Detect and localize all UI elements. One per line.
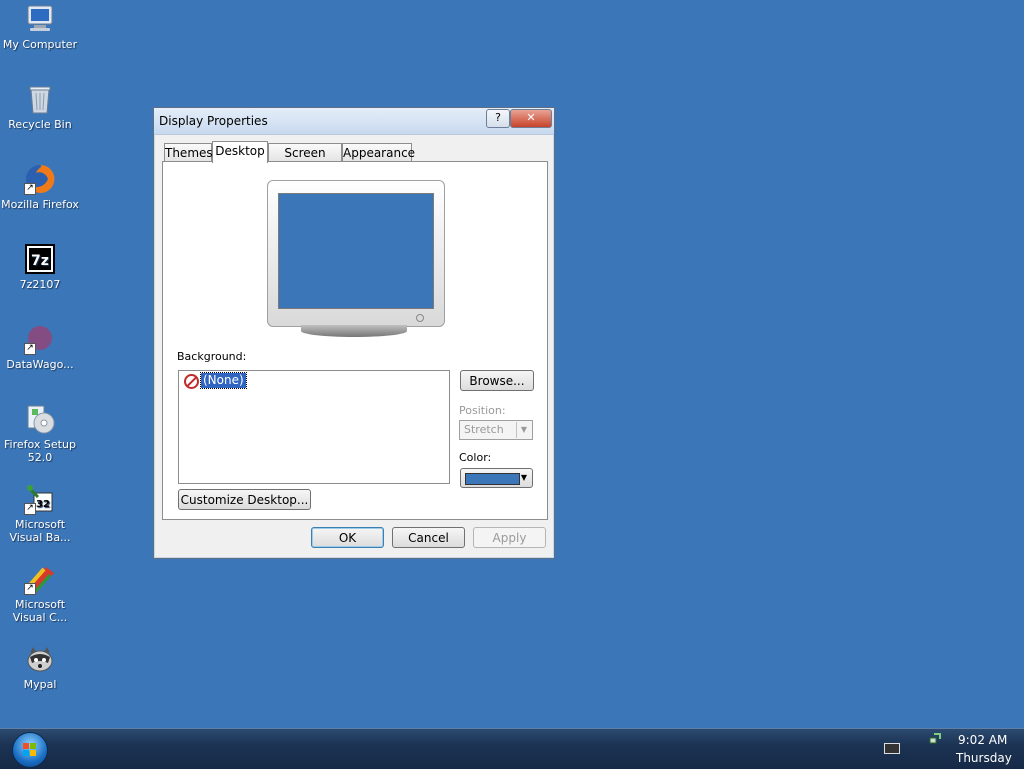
network-icon[interactable] [929,733,941,745]
monitor-preview [267,180,445,342]
desktop-icon-label: Firefox Setup 52.0 [4,438,76,464]
color-swatch [465,473,520,485]
desktop-icon-label: Recycle Bin [8,118,72,131]
ok-button[interactable]: OK [311,527,384,548]
shortcut-arrow-icon: ↗ [24,183,36,195]
color-picker-button[interactable]: ▼ [460,468,533,488]
none-icon [184,374,199,389]
apply-button[interactable]: Apply [473,527,546,548]
desktop-icon-label: Mypal [23,678,57,691]
background-list[interactable]: (None) [178,370,450,484]
desktop-icon-label: My Computer [2,38,78,51]
7zip-icon: 7z [24,243,56,275]
desktop-icon-firefox-setup[interactable]: Firefox Setup 52.0 [0,403,80,464]
keyboard-icon[interactable] [884,743,900,754]
visual-basic-icon: 32 ↗ [24,483,56,515]
tab-appearance[interactable]: Appearance [342,143,415,162]
help-button[interactable]: ? [486,109,510,128]
desktop-icon-label: DataWago... [6,358,74,371]
browse-button[interactable]: Browse... [460,370,534,391]
desktop-icon-label: Microsoft Visual Ba... [9,518,71,544]
background-label: Background: [177,350,247,363]
tab-screen-saver[interactable]: Screen Saver [268,143,342,178]
datawagon-icon: ↗ [24,323,56,355]
customize-desktop-button[interactable]: Customize Desktop... [178,489,311,510]
recycle-bin-icon [24,83,56,115]
monitor-stand [301,325,407,337]
monitor-power-led-icon [416,314,424,322]
tab-desktop[interactable]: Desktop [212,141,268,163]
desktop-icon-7z2107[interactable]: 7z 7z2107 [0,243,80,291]
desktop-icon-mozilla-firefox[interactable]: ↗ Mozilla Firefox [0,163,80,211]
svg-text:7z: 7z [31,253,49,269]
dialog-title: Display Properties [159,114,268,128]
dialog-titlebar[interactable]: Display Properties ? ✕ [154,108,554,135]
shortcut-arrow-icon: ↗ [24,503,36,515]
clock-time[interactable]: 9:02 AM [958,733,1007,747]
firefox-setup-icon [24,403,56,435]
desktop-icon-datawagon[interactable]: ↗ DataWago... [0,323,80,371]
chevron-down-icon: ▼ [520,473,528,482]
position-value: Stretch [464,423,504,436]
desktop-icon-my-computer[interactable]: My Computer [0,3,80,51]
cancel-button[interactable]: Cancel [392,527,465,548]
position-dropdown[interactable]: Stretch ▼ [459,420,533,440]
monitor-screen-preview [278,193,434,309]
my-computer-icon [24,3,56,35]
shortcut-arrow-icon: ↗ [24,343,36,355]
monitor-body [267,180,445,327]
windows-logo-icon [23,743,37,757]
desktop-icon-visual-basic[interactable]: 32 ↗ Microsoft Visual Ba... [0,483,80,544]
close-button[interactable]: ✕ [510,109,552,128]
firefox-icon: ↗ [24,163,56,195]
desktop-icon-recycle-bin[interactable]: Recycle Bin [0,83,80,131]
mypal-icon [24,643,56,675]
shortcut-arrow-icon: ↗ [24,583,36,595]
svg-text:32: 32 [36,499,50,510]
visual-cpp-icon: ↗ [24,563,56,595]
display-properties-dialog: Display Properties ? ✕ Themes Desktop Sc… [153,107,555,559]
desktop-tab-panel: Background: (None) Browse... Position: S… [162,161,548,520]
clock-day: Thursday [956,751,1012,765]
position-label: Position: [459,404,506,417]
desktop-icon-visual-cpp[interactable]: ↗ Microsoft Visual C... [0,563,80,624]
color-label: Color: [459,451,492,464]
desktop-icon-mypal[interactable]: Mypal [0,643,80,691]
background-item-label: (None) [200,372,247,389]
chevron-down-icon: ▼ [516,422,531,438]
desktop-icon-label: Mozilla Firefox [1,198,79,211]
desktop-icon-label: 7z2107 [19,278,61,291]
start-button[interactable] [12,732,48,768]
desktop-icon-label: Microsoft Visual C... [12,598,68,624]
tab-themes[interactable]: Themes [164,143,213,162]
taskbar: 9:02 AM Thursday [0,728,1024,769]
